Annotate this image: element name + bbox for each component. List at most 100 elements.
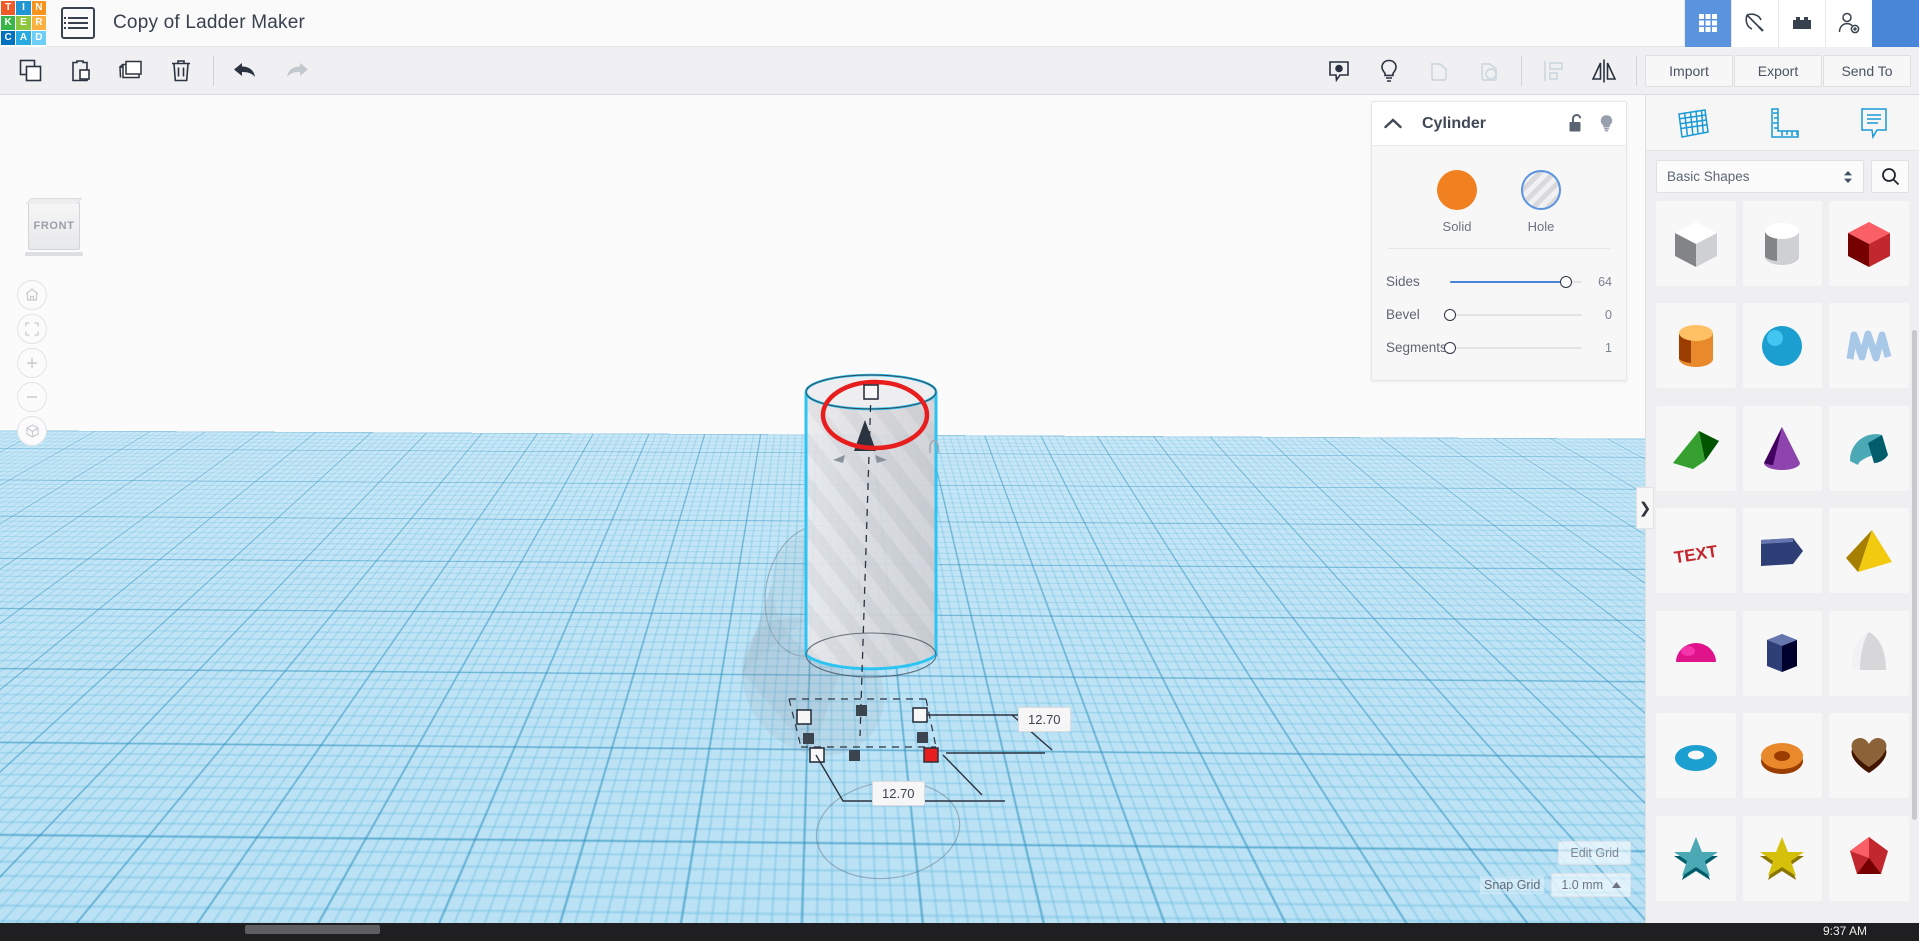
mirror-button[interactable] xyxy=(1579,47,1629,95)
top-bar: TINKERCAD Copy of Ladder Maker xyxy=(0,0,1919,47)
import-button[interactable]: Import xyxy=(1645,55,1733,87)
shape-item-box-hole[interactable] xyxy=(1656,201,1736,286)
avatar[interactable] xyxy=(1872,0,1919,47)
hole-mode-button[interactable]: Hole xyxy=(1521,170,1561,234)
shape-item-tube[interactable] xyxy=(1743,713,1823,798)
dimension-label-width[interactable]: 12.70 xyxy=(1018,707,1071,732)
hole-label: Hole xyxy=(1528,219,1555,234)
shape-search-button[interactable] xyxy=(1871,160,1909,193)
shape-item-half-sphere[interactable] xyxy=(1656,611,1736,696)
send-to-button[interactable]: Send To xyxy=(1823,55,1911,87)
workplane-tab[interactable] xyxy=(1646,95,1737,151)
slider-label-segments: Segments xyxy=(1386,340,1450,355)
shape-item-torus[interactable] xyxy=(1656,713,1736,798)
shape-item-text[interactable]: TEXT xyxy=(1656,508,1736,593)
delete-button[interactable] xyxy=(156,47,206,95)
toolbar-divider-2 xyxy=(1521,56,1522,86)
os-taskbar: 9:37 AM xyxy=(0,923,1919,941)
shape-item-star-yellow[interactable] xyxy=(1743,816,1823,901)
shape-item-round-roof[interactable] xyxy=(1829,406,1909,491)
shape-item-cylinder-hole[interactable] xyxy=(1743,201,1823,286)
shape-category-select[interactable]: Basic Shapes xyxy=(1656,160,1864,193)
slider-knob-sides[interactable] xyxy=(1560,276,1572,288)
ungroup-button xyxy=(1464,47,1514,95)
logo-tile-c: C xyxy=(1,31,15,45)
minecraft-pickaxe-icon[interactable] xyxy=(1731,0,1778,47)
blocks-brick-icon[interactable] xyxy=(1778,0,1825,47)
copy-button[interactable] xyxy=(6,47,56,95)
design-list-icon[interactable] xyxy=(61,7,95,39)
zoom-out-icon[interactable] xyxy=(17,382,47,412)
solid-label: Solid xyxy=(1443,219,1472,234)
add-person-icon[interactable] xyxy=(1825,0,1872,47)
fit-to-view-icon[interactable] xyxy=(17,314,47,344)
shape-item-box[interactable] xyxy=(1829,201,1909,286)
slider-knob-bevel[interactable] xyxy=(1444,309,1456,321)
light-button[interactable] xyxy=(1364,47,1414,95)
logo-tile-k: K xyxy=(1,16,15,30)
shapes-scrollbar[interactable] xyxy=(1912,330,1917,820)
design-title: Copy of Ladder Maker xyxy=(113,12,305,34)
home-view-icon[interactable] xyxy=(17,280,47,310)
shape-item-hexagonal-prism[interactable] xyxy=(1743,611,1823,696)
slider-track-sides[interactable] xyxy=(1450,275,1582,289)
shape-item-heart[interactable] xyxy=(1829,713,1909,798)
shape-item-sphere[interactable] xyxy=(1743,303,1823,388)
snap-grid-row: Snap Grid 1.0 mm xyxy=(1480,873,1631,897)
clock: 9:37 AM xyxy=(1823,924,1867,938)
shape-item-cone[interactable] xyxy=(1743,406,1823,491)
unlock-icon[interactable] xyxy=(1568,114,1585,133)
zoom-in-icon[interactable] xyxy=(17,348,47,378)
toolbar-divider xyxy=(213,56,214,86)
export-button[interactable]: Export xyxy=(1734,55,1822,87)
solid-mode-button[interactable]: Solid xyxy=(1437,170,1477,234)
lightbulb-icon[interactable] xyxy=(1599,114,1614,133)
shape-item-scribble[interactable] xyxy=(1829,303,1909,388)
duplicate-button[interactable] xyxy=(106,47,156,95)
edit-grid-row: Edit Grid xyxy=(1558,841,1631,865)
notes-tab[interactable] xyxy=(1828,95,1919,151)
view-cube[interactable]: FRONT xyxy=(28,202,80,250)
snap-grid-select[interactable]: 1.0 mm xyxy=(1551,873,1631,897)
shape-item-pyramid[interactable] xyxy=(1829,508,1909,593)
slider-row-segments: Segments 1 xyxy=(1386,331,1612,364)
designs-grid-icon[interactable] xyxy=(1684,0,1731,47)
logo-tile-r: R xyxy=(32,16,46,30)
shape-item-roof[interactable] xyxy=(1656,406,1736,491)
logo-tile-t: T xyxy=(1,1,15,15)
top-bar-right xyxy=(1684,0,1919,47)
toolbar-divider-3 xyxy=(1636,56,1637,86)
tinkercad-logo[interactable]: TINKERCAD xyxy=(0,0,47,47)
edit-grid-button[interactable]: Edit Grid xyxy=(1558,841,1631,865)
shape-item-polygon-prism[interactable] xyxy=(1743,508,1823,593)
slider-track-bevel[interactable] xyxy=(1450,308,1582,322)
dimension-label-depth[interactable]: 12.70 xyxy=(872,781,925,806)
ruler-tab[interactable] xyxy=(1737,95,1828,151)
shapes-panel-tabs xyxy=(1646,95,1919,151)
shape-properties-panel: Cylinder Solid Hole xyxy=(1371,101,1627,381)
workplane-grid[interactable] xyxy=(0,430,1645,923)
solid-color-swatch[interactable] xyxy=(1437,170,1477,210)
redo-button xyxy=(271,47,321,95)
shape-library-grid[interactable]: TEXT xyxy=(1646,201,1919,921)
paste-button[interactable] xyxy=(56,47,106,95)
snap-grid-label: Snap Grid xyxy=(1480,876,1544,894)
collapse-panel-button[interactable]: ❯ xyxy=(1636,487,1654,529)
shape-item-star-blue[interactable] xyxy=(1656,816,1736,901)
undo-button[interactable] xyxy=(221,47,271,95)
slider-knob-segments[interactable] xyxy=(1444,342,1456,354)
shape-item-cylinder[interactable] xyxy=(1656,303,1736,388)
shape-item-paraboloid[interactable] xyxy=(1829,611,1909,696)
slider-value-segments: 1 xyxy=(1582,341,1612,355)
align-button xyxy=(1529,47,1579,95)
slider-track-segments[interactable] xyxy=(1450,341,1582,355)
browser-scrollbar[interactable] xyxy=(245,925,380,934)
orthographic-toggle-icon[interactable] xyxy=(17,416,47,446)
chevron-up-icon[interactable] xyxy=(1384,118,1402,129)
shape-parameter-sliders: Sides64Bevel0Segments1 xyxy=(1386,265,1612,364)
shape-item-polyhedron[interactable] xyxy=(1829,816,1909,901)
note-button[interactable] xyxy=(1314,47,1364,95)
hole-swatch[interactable] xyxy=(1521,170,1561,210)
slider-value-bevel: 0 xyxy=(1582,308,1612,322)
svg-text:TEXT: TEXT xyxy=(1673,541,1719,567)
